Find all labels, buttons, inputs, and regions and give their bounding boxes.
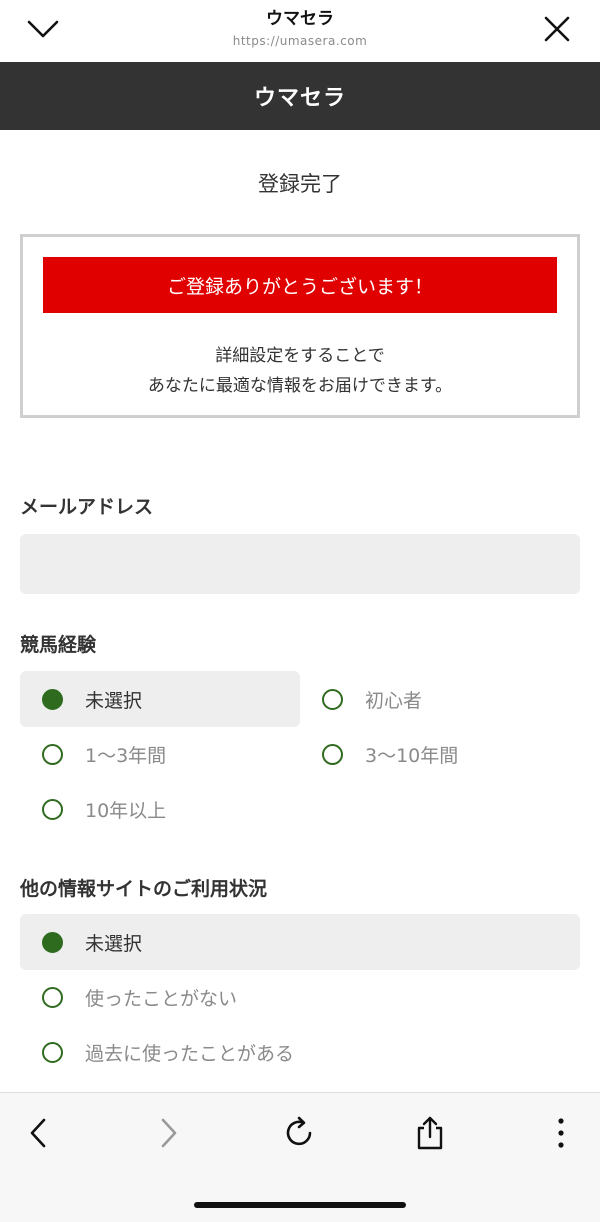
forward-button[interactable] [146,1111,190,1155]
experience-option-1-3-years[interactable]: 1〜3年間 [20,726,300,782]
reload-icon [286,1116,312,1146]
option-label: 初心者 [365,689,423,712]
back-arrow-icon [30,1118,46,1148]
other-sites-label: 他の情報サイトのご利用状況 [20,878,268,900]
thanks-banner: ご登録ありがとうございます！ [43,257,557,313]
experience-label: 競馬経験 [20,634,97,656]
other-sites-option-used-before[interactable]: 過去に使ったことがある [20,1024,580,1080]
message-line-1: 詳細設定をすることで [215,346,385,366]
browser-url: https://umasera.com [232,34,368,48]
reload-button[interactable] [278,1111,322,1155]
experience-option-beginner[interactable]: 初心者 [300,671,580,727]
browser-title: ウマセラ [266,9,334,29]
radio-icon [322,688,343,710]
site-logo[interactable]: ウマセラ [254,80,346,112]
experience-option-3-10-years[interactable]: 3〜10年間 [300,726,580,782]
experience-option-unselected[interactable]: 未選択 [20,671,300,727]
radio-icon [42,986,63,1008]
other-sites-option-unselected[interactable]: 未選択 [20,914,580,970]
share-icon [417,1116,443,1150]
page: ウマセラ https://umasera.com ウマセラ 登録完了 ご登録あり… [0,0,600,1222]
email-field[interactable] [20,534,580,594]
email-label: メールアドレス [20,496,154,518]
experience-option-10-plus-years[interactable]: 10年以上 [20,781,300,837]
share-button[interactable] [408,1111,452,1155]
radio-selected-icon [42,931,63,953]
other-sites-option-never[interactable]: 使ったことがない [20,969,580,1025]
forward-arrow-icon [161,1118,177,1148]
message-line-2: あなたに最適な情報をお届けできます。 [147,376,453,396]
option-label: 10年以上 [85,799,167,822]
radio-selected-icon [42,688,63,710]
option-label: 使ったことがない [85,987,238,1010]
option-label: 未選択 [85,689,143,712]
option-label: 3〜10年間 [365,744,459,767]
option-label: 未選択 [85,932,143,955]
back-button[interactable] [17,1111,61,1155]
registration-message-box: ご登録ありがとうございます！ 詳細設定をすることで あなたに最適な情報をお届けで… [20,234,580,418]
close-icon[interactable] [540,12,574,46]
radio-icon [42,1041,63,1063]
more-menu-button[interactable] [539,1111,583,1155]
page-title: 登録完了 [258,172,342,196]
browser-top-bar: ウマセラ https://umasera.com [0,0,600,62]
radio-icon [42,743,63,765]
radio-icon [322,743,343,765]
option-label: 過去に使ったことがある [85,1042,295,1065]
home-indicator[interactable] [194,1202,406,1208]
radio-icon [42,798,63,820]
site-header: ウマセラ [0,62,600,130]
option-label: 1〜3年間 [85,744,167,767]
more-vertical-icon [558,1118,564,1148]
